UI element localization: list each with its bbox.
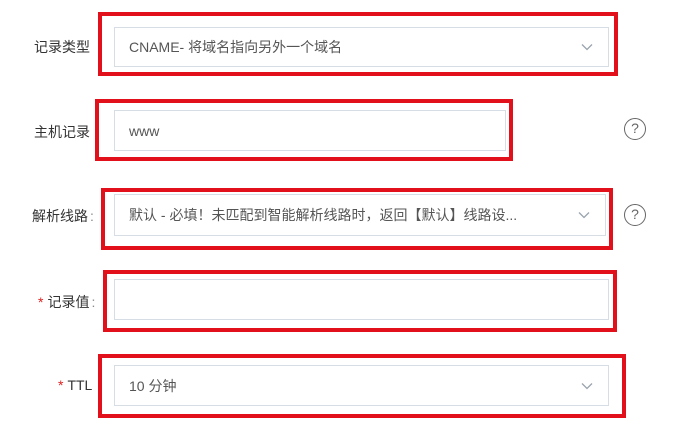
required-mark: * (38, 294, 44, 310)
question-circle-icon[interactable]: ? (624, 204, 646, 226)
host-record-label-text: 主机记录 (34, 124, 90, 140)
chevron-down-icon (578, 212, 590, 219)
help-glyph: ? (631, 206, 639, 222)
host-record-label: 主机记录: (34, 122, 98, 142)
ttl-value: 10 分钟 (129, 377, 177, 394)
host-record-label-colon: : (94, 124, 98, 140)
record-value-input[interactable] (114, 279, 609, 320)
resolution-line-value: 默认 - 必填！未匹配到智能解析线路时，返回【默认】线路设... (129, 207, 518, 223)
resolution-line-label-colon: : (90, 208, 94, 224)
help-glyph: ? (631, 120, 639, 136)
record-type-label: 记录类型 (34, 37, 90, 57)
chevron-down-icon (581, 44, 593, 51)
record-type-select[interactable]: CNAME- 将域名指向另外一个域名 (114, 27, 609, 67)
resolution-line-label: 解析线路: (32, 206, 94, 226)
ttl-label: * TTL (58, 377, 92, 393)
record-value-label: * 记录值: (38, 292, 95, 312)
required-mark: * (58, 377, 64, 393)
record-value-label-colon: : (91, 294, 96, 310)
ttl-label-text: TTL (67, 377, 93, 393)
chevron-down-icon (581, 382, 593, 389)
record-type-label-text: 记录类型 (34, 39, 90, 55)
resolution-line-label-text: 解析线路 (32, 208, 88, 224)
host-record-value: www (129, 122, 160, 139)
question-circle-icon[interactable]: ? (624, 118, 646, 140)
record-type-value: CNAME- 将域名指向另外一个域名 (129, 39, 343, 55)
resolution-line-select[interactable]: 默认 - 必填！未匹配到智能解析线路时，返回【默认】线路设... (114, 194, 606, 236)
ttl-select[interactable]: 10 分钟 (114, 365, 609, 406)
record-value-label-text: 记录值 (47, 294, 90, 310)
host-record-input[interactable]: www (114, 110, 506, 151)
